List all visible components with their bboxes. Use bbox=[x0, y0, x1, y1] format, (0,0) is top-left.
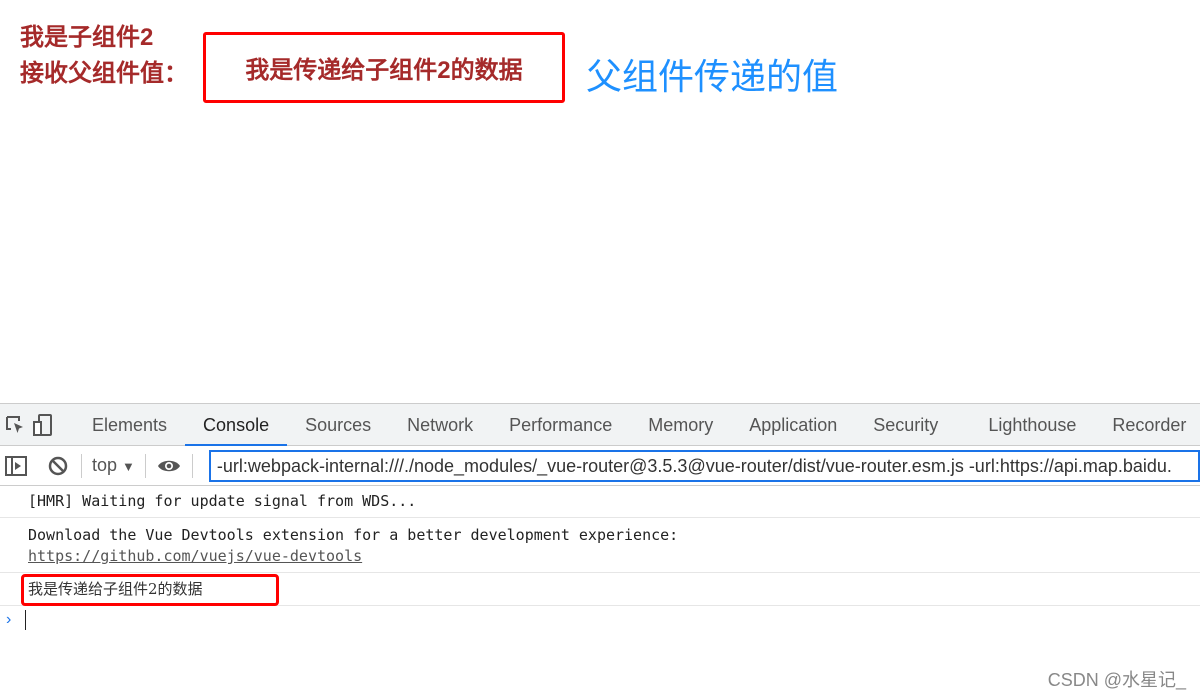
tab-lighthouse[interactable]: Lighthouse bbox=[970, 404, 1094, 446]
parent-value: 父组件传递的值 bbox=[586, 56, 839, 97]
console-message: Download the Vue Devtools extension for … bbox=[0, 518, 1200, 573]
tab-recorder[interactable]: Recorder bbox=[1094, 404, 1200, 446]
device-toggle-icon[interactable] bbox=[32, 412, 54, 438]
console-toolbar: top ▼ -url:webpack-internal:///./node_mo… bbox=[0, 446, 1200, 486]
watermark: CSDN @水星记_ bbox=[1047, 670, 1186, 690]
tab-security[interactable]: Security bbox=[855, 404, 970, 446]
tab-performance[interactable]: Performance bbox=[491, 404, 630, 446]
tab-memory[interactable]: Memory bbox=[630, 404, 731, 446]
devtools-link[interactable]: https://github.com/vuejs/vue-devtools bbox=[28, 547, 362, 565]
received-value-highlight: 我是传递给子组件2的数据 bbox=[203, 32, 565, 103]
sidebar-toggle-icon[interactable] bbox=[3, 453, 29, 479]
dropdown-arrow-icon: ▼ bbox=[122, 459, 135, 474]
prompt-chevron-icon: › bbox=[6, 611, 12, 628]
devtools-panel: Elements Console Sources Network Perform… bbox=[0, 403, 1200, 700]
log-highlight bbox=[21, 574, 279, 606]
context-select[interactable]: top ▼ bbox=[92, 455, 135, 476]
devtools-tabbar: Elements Console Sources Network Perform… bbox=[0, 404, 1200, 446]
divider bbox=[191, 453, 193, 478]
tab-sources[interactable]: Sources bbox=[287, 404, 389, 446]
inspect-icon[interactable] bbox=[4, 412, 26, 438]
child-component-title: 我是子组件2 bbox=[20, 24, 154, 51]
receive-label: 接收父组件值： bbox=[20, 60, 188, 87]
tab-console[interactable]: Console bbox=[185, 404, 288, 446]
context-value: top bbox=[92, 455, 118, 475]
tab-network[interactable]: Network bbox=[389, 404, 491, 446]
console-log-message: 我是传递给子组件2的数据 bbox=[0, 573, 1200, 606]
eye-icon[interactable] bbox=[156, 453, 182, 479]
message-text: [HMR] Waiting for update signal from WDS… bbox=[28, 492, 417, 510]
divider bbox=[144, 453, 146, 478]
console-input[interactable]: › bbox=[0, 606, 1200, 634]
text-caret bbox=[25, 610, 27, 630]
tab-elements[interactable]: Elements bbox=[74, 404, 185, 446]
received-value: 我是传递给子组件2的数据 bbox=[245, 57, 523, 84]
divider bbox=[81, 453, 82, 478]
tab-application[interactable]: Application bbox=[731, 404, 855, 446]
clear-console-icon[interactable] bbox=[45, 453, 71, 479]
console-message: [HMR] Waiting for update signal from WDS… bbox=[0, 486, 1200, 518]
message-text: Download the Vue Devtools extension for … bbox=[28, 526, 679, 544]
console-filter-input[interactable]: -url:webpack-internal:///./node_modules/… bbox=[208, 449, 1200, 482]
